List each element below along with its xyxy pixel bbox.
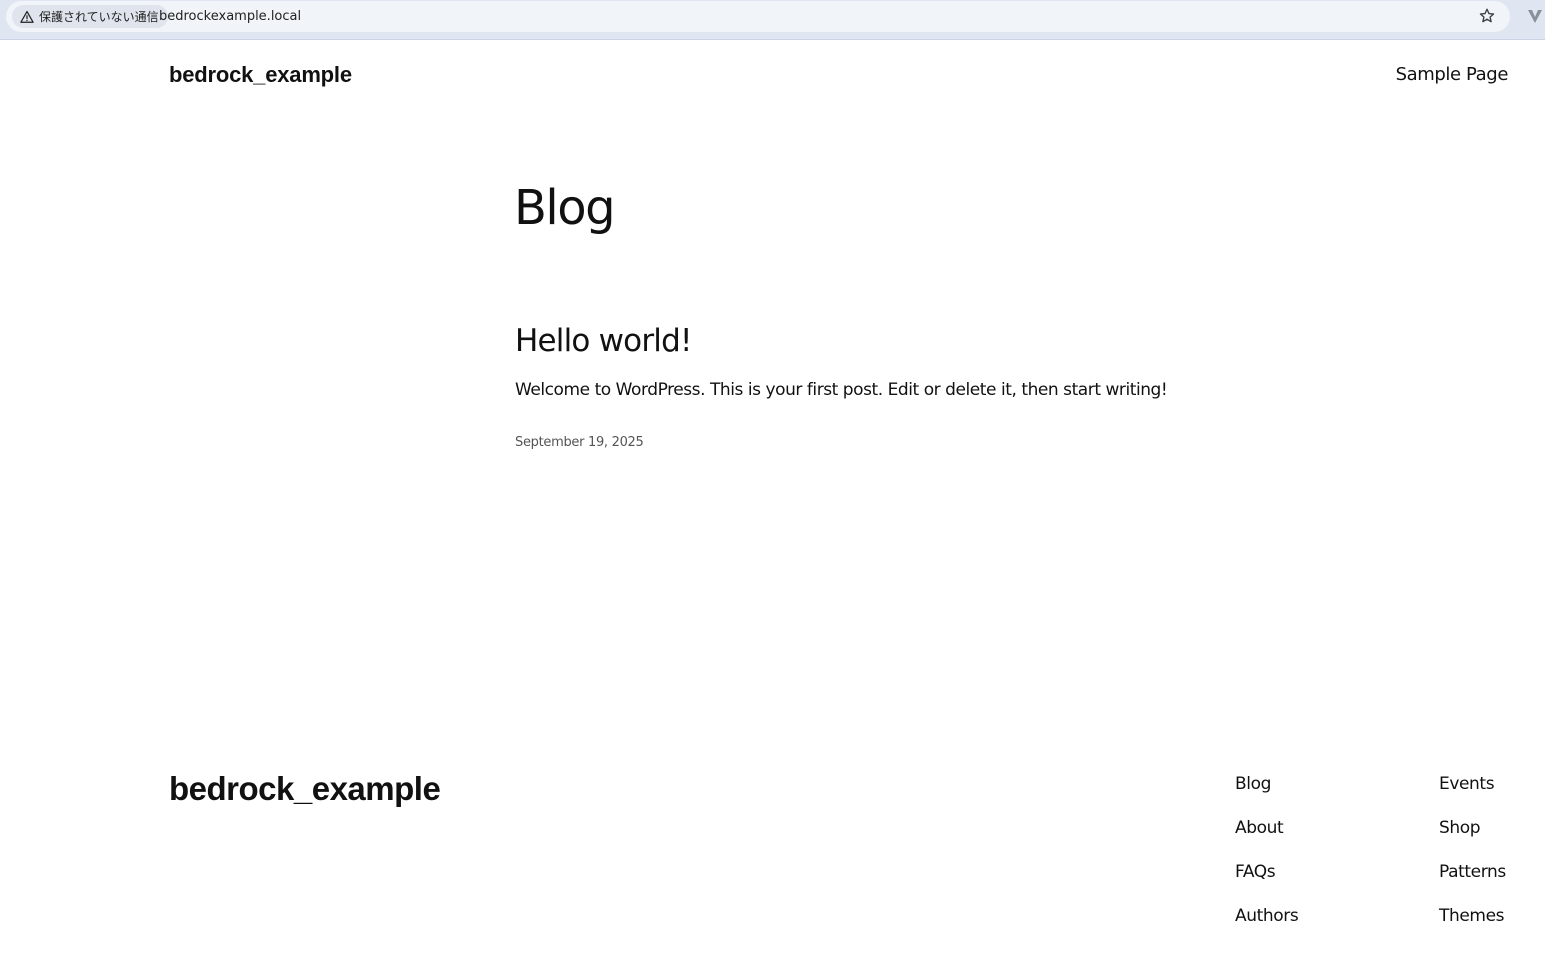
warning-icon [20, 10, 34, 23]
security-label: 保護されていない通信 [39, 10, 159, 24]
nav-link-sample-page[interactable]: Sample Page [1396, 64, 1509, 85]
footer-site-title[interactable]: bedrock_example [169, 770, 441, 808]
footer-link-shop[interactable]: Shop [1439, 817, 1506, 839]
footer-link-faqs[interactable]: FAQs [1235, 861, 1298, 883]
url-text[interactable]: bedrockexample.local [159, 9, 301, 24]
security-indicator[interactable]: 保護されていない通信 [12, 5, 168, 28]
footer-link-themes[interactable]: Themes [1439, 905, 1506, 927]
post-excerpt: Welcome to WordPress. This is your first… [515, 380, 1168, 400]
footer-link-events[interactable]: Events [1439, 773, 1506, 795]
post-date[interactable]: September 19, 2025 [515, 435, 644, 450]
site-title[interactable]: bedrock_example [169, 62, 352, 88]
bookmark-star-icon[interactable] [1478, 7, 1496, 25]
footer-link-patterns[interactable]: Patterns [1439, 861, 1506, 883]
footer-link-authors[interactable]: Authors [1235, 905, 1299, 927]
page-title: Blog [514, 180, 616, 236]
footer-nav-column-2: Events Shop Patterns Themes [1439, 773, 1506, 927]
extension-icon[interactable] [1527, 8, 1543, 24]
post-title-link[interactable]: Hello world! [515, 323, 692, 359]
footer-link-about[interactable]: About [1235, 817, 1298, 839]
browser-toolbar: 保護されていない通信 bedrockexample.local [0, 0, 1545, 40]
footer-nav-column-1: Blog About FAQs Authors [1235, 773, 1299, 927]
address-bar[interactable]: 保護されていない通信 bedrockexample.local [6, 1, 1510, 32]
footer-link-blog[interactable]: Blog [1235, 773, 1298, 795]
